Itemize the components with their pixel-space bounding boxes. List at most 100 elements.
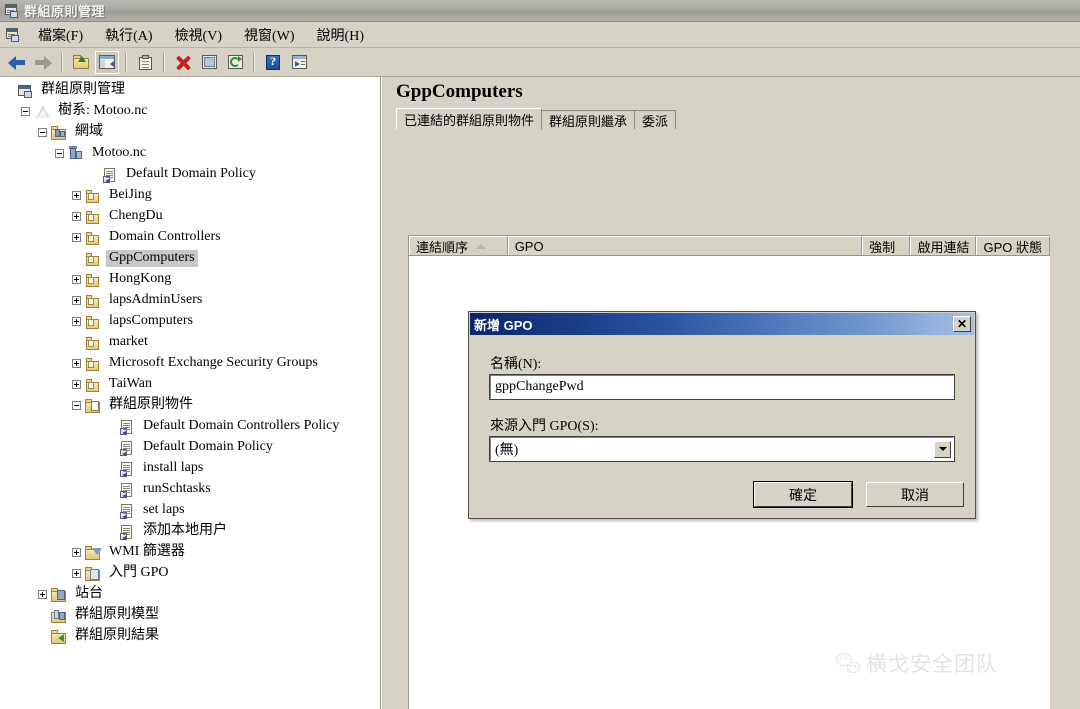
menu-view[interactable]: 檢視(V) bbox=[164, 22, 233, 48]
up-one-level-button[interactable] bbox=[69, 51, 93, 74]
starter-icon bbox=[85, 566, 102, 582]
delete-button[interactable] bbox=[171, 51, 195, 74]
tab-gpo-inheritance[interactable]: 群組原則繼承 bbox=[541, 110, 636, 130]
column-header-label: 啟用連結 bbox=[917, 239, 970, 255]
expand-plus-icon[interactable] bbox=[38, 590, 47, 599]
tree-item[interactable]: TaiWan bbox=[4, 374, 380, 395]
tree-item[interactable]: lapsAdminUsers bbox=[4, 290, 380, 311]
collapse-minus-icon[interactable] bbox=[38, 128, 47, 137]
refresh-button[interactable] bbox=[223, 51, 247, 74]
tree-item[interactable]: GppComputers bbox=[4, 248, 380, 269]
tree-item[interactable]: Default Domain Policy bbox=[4, 437, 380, 458]
new-window-button[interactable] bbox=[287, 51, 311, 74]
help-button[interactable]: ? bbox=[261, 51, 285, 74]
tree-item[interactable]: 網域 bbox=[4, 122, 380, 143]
wechat-logo-icon bbox=[836, 653, 860, 673]
gpo-name-input[interactable]: gppChangePwd bbox=[489, 374, 955, 400]
tree-item[interactable]: market bbox=[4, 332, 380, 353]
tree-item[interactable]: runSchtasks bbox=[4, 479, 380, 500]
collapse-minus-icon[interactable] bbox=[72, 401, 81, 410]
tree-item[interactable]: set laps bbox=[4, 500, 380, 521]
source-starter-gpo-select[interactable]: (無) bbox=[489, 436, 955, 462]
column-header-label: GPO 狀態 bbox=[983, 239, 1042, 255]
expand-plus-icon[interactable] bbox=[72, 275, 81, 284]
close-icon[interactable]: ✕ bbox=[953, 316, 971, 332]
expand-plus-icon[interactable] bbox=[72, 317, 81, 326]
expand-plus-icon[interactable] bbox=[72, 296, 81, 305]
tab-label: 委派 bbox=[642, 114, 669, 129]
chevron-down-icon[interactable] bbox=[934, 440, 951, 458]
console-icon bbox=[17, 83, 34, 99]
listview-header: 連結順序 GPO 強制 啟用連結 GPO 狀態 bbox=[409, 236, 1051, 256]
ok-button[interactable]: 確定 bbox=[753, 481, 853, 508]
collapse-minus-icon[interactable] bbox=[21, 107, 30, 116]
window-titlebar: 群組原則管理 bbox=[0, 0, 1080, 22]
expand-plus-icon[interactable] bbox=[72, 191, 81, 200]
menu-action[interactable]: 執行(A) bbox=[94, 22, 163, 48]
tab-delegation[interactable]: 委派 bbox=[634, 110, 677, 130]
tree-item[interactable]: Default Domain Policy bbox=[4, 164, 380, 185]
properties-button[interactable] bbox=[133, 51, 157, 74]
ou-icon bbox=[85, 377, 102, 393]
menu-window[interactable]: 視窗(W) bbox=[233, 22, 306, 48]
collapse-minus-icon[interactable] bbox=[55, 149, 64, 158]
tree-item[interactable]: 群組原則管理 bbox=[4, 80, 380, 101]
tree-item[interactable]: lapsComputers bbox=[4, 311, 380, 332]
ou-icon bbox=[85, 356, 102, 372]
ou-icon bbox=[85, 230, 102, 246]
delete-x-icon bbox=[175, 55, 191, 70]
menu-help[interactable]: 說明(H) bbox=[306, 22, 375, 48]
expand-plus-icon[interactable] bbox=[72, 233, 81, 242]
gpo-icon bbox=[119, 461, 136, 477]
tree-item[interactable]: WMI 篩選器 bbox=[4, 542, 380, 563]
dialog-titlebar: 新增 GPO ✕ bbox=[470, 313, 974, 335]
expand-plus-icon[interactable] bbox=[72, 569, 81, 578]
tree-item[interactable]: 添加本地用户 bbox=[4, 521, 380, 542]
sites-icon bbox=[51, 587, 68, 603]
tree-item[interactable]: ChengDu bbox=[4, 206, 380, 227]
tree-item[interactable]: 樹系: Motoo.nc bbox=[4, 101, 380, 122]
expand-plus-icon[interactable] bbox=[72, 359, 81, 368]
pane-splitter[interactable] bbox=[382, 77, 390, 709]
new-window-icon bbox=[291, 55, 307, 69]
toolbar-separator bbox=[253, 52, 255, 72]
expand-plus-icon[interactable] bbox=[72, 380, 81, 389]
tree-item-label: Default Domain Controllers Policy bbox=[143, 418, 340, 433]
tree-item[interactable]: 群組原則模型 bbox=[4, 605, 380, 626]
tree-item-label: 站台 bbox=[75, 586, 103, 601]
tree-item-label: 入門 GPO bbox=[109, 565, 169, 580]
tree-item[interactable]: 入門 GPO bbox=[4, 563, 380, 584]
forward-button[interactable] bbox=[31, 51, 55, 74]
tree-item-label: BeiJing bbox=[109, 187, 152, 202]
tab-linked-gpos[interactable]: 已連結的群組原則物件 bbox=[396, 108, 543, 130]
tree-item[interactable]: Motoo.nc bbox=[4, 143, 380, 164]
new-gpo-dialog[interactable]: 新增 GPO ✕ 名稱(N): gppChangePwd 來源入門 GPO(S)… bbox=[468, 311, 976, 519]
ou-icon bbox=[85, 209, 102, 225]
tree-item-label: WMI 篩選器 bbox=[109, 544, 185, 559]
expand-plus-icon[interactable] bbox=[72, 212, 81, 221]
back-button[interactable] bbox=[5, 51, 29, 74]
menu-file[interactable]: 檔案(F) bbox=[27, 22, 94, 48]
window-title: 群組原則管理 bbox=[24, 4, 106, 19]
column-header[interactable]: 強制 bbox=[862, 236, 911, 255]
tree-item[interactable]: 站台 bbox=[4, 584, 380, 605]
expand-plus-icon[interactable] bbox=[72, 548, 81, 557]
show-hide-tree-button[interactable] bbox=[95, 50, 119, 74]
console-tree-pane[interactable]: 群組原則管理 樹系: Motoo.nc 網域 Motoo.nc Default Doma… bbox=[0, 77, 381, 709]
tree-item[interactable]: Default Domain Controllers Policy bbox=[4, 416, 380, 437]
column-header-label: GPO bbox=[514, 238, 544, 254]
tree-item[interactable]: HongKong bbox=[4, 269, 380, 290]
column-header[interactable]: GPO 狀態 bbox=[976, 236, 1051, 255]
tree-item[interactable]: BeiJing bbox=[4, 185, 380, 206]
column-header[interactable]: 連結順序 bbox=[409, 236, 508, 255]
save-button[interactable] bbox=[197, 51, 221, 74]
tree-item[interactable]: install laps bbox=[4, 458, 380, 479]
column-header[interactable]: GPO bbox=[507, 236, 863, 255]
cancel-button[interactable]: 取消 bbox=[866, 482, 964, 507]
system-menu-icon[interactable] bbox=[5, 27, 21, 43]
tree-item[interactable]: 群組原則物件 bbox=[4, 395, 380, 416]
column-header[interactable]: 啟用連結 bbox=[910, 236, 977, 255]
tree-item[interactable]: 群組原則結果 bbox=[4, 626, 380, 647]
tree-item[interactable]: Microsoft Exchange Security Groups bbox=[4, 353, 380, 374]
tree-item[interactable]: Domain Controllers bbox=[4, 227, 380, 248]
